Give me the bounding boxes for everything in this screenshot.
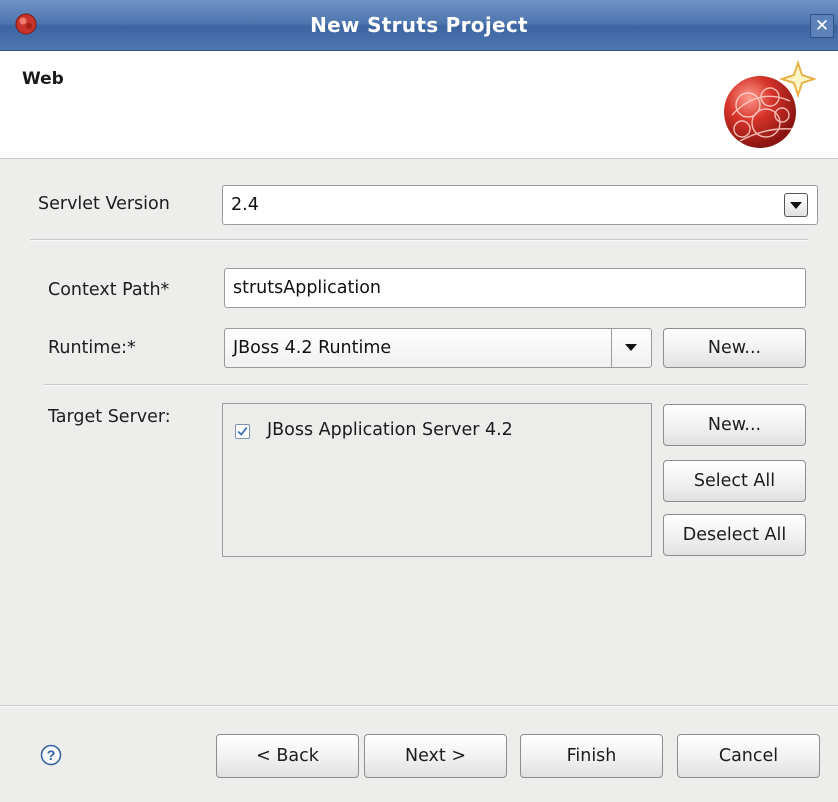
runtime-value: JBoss 4.2 Runtime bbox=[233, 338, 392, 358]
target-server-label: Target Server: bbox=[48, 407, 171, 427]
footer-separator bbox=[0, 705, 838, 707]
list-item[interactable]: JBoss Application Server 4.2 bbox=[235, 420, 635, 444]
target-server-item-label: JBoss Application Server 4.2 bbox=[267, 420, 513, 440]
servlet-version-select[interactable]: 2.4 bbox=[222, 185, 818, 225]
target-server-new-button[interactable]: New... bbox=[663, 404, 806, 446]
runtime-label: Runtime:* bbox=[48, 338, 136, 358]
cancel-button[interactable]: Cancel bbox=[677, 734, 820, 778]
back-label: Back bbox=[276, 746, 319, 766]
target-server-list[interactable]: JBoss Application Server 4.2 bbox=[222, 403, 652, 557]
context-path-label: Context Path* bbox=[48, 280, 170, 300]
select-all-button[interactable]: Select All bbox=[663, 460, 806, 502]
dropdown-arrow-icon[interactable] bbox=[784, 193, 808, 217]
back-button[interactable]: < Back bbox=[216, 734, 359, 778]
next-button[interactable]: Next > bbox=[364, 734, 507, 778]
servlet-version-label: Servlet Version bbox=[38, 194, 170, 214]
servlet-version-value: 2.4 bbox=[231, 195, 259, 215]
close-button[interactable]: ✕ bbox=[810, 14, 834, 38]
separator bbox=[44, 384, 808, 386]
deselect-all-button[interactable]: Deselect All bbox=[663, 514, 806, 556]
next-label: Next bbox=[404, 746, 446, 766]
wizard-logo-icon bbox=[724, 59, 816, 148]
dropdown-arrow-icon[interactable] bbox=[611, 329, 651, 367]
runtime-new-button[interactable]: New... bbox=[663, 328, 806, 368]
svg-text:?: ? bbox=[47, 747, 56, 763]
separator bbox=[30, 239, 808, 241]
close-icon: ✕ bbox=[814, 16, 830, 36]
finish-button[interactable]: Finish bbox=[520, 734, 663, 778]
runtime-select[interactable]: JBoss 4.2 Runtime bbox=[224, 328, 652, 368]
context-path-field[interactable]: strutsApplication bbox=[224, 268, 806, 308]
title-bar[interactable]: New Struts Project ✕ bbox=[0, 0, 838, 51]
page-title: Web bbox=[22, 69, 64, 89]
wizard-banner: Web bbox=[0, 51, 838, 159]
window-title: New Struts Project bbox=[310, 13, 528, 37]
help-icon[interactable]: ? bbox=[40, 744, 62, 766]
checkbox-checked-icon[interactable] bbox=[235, 424, 250, 439]
